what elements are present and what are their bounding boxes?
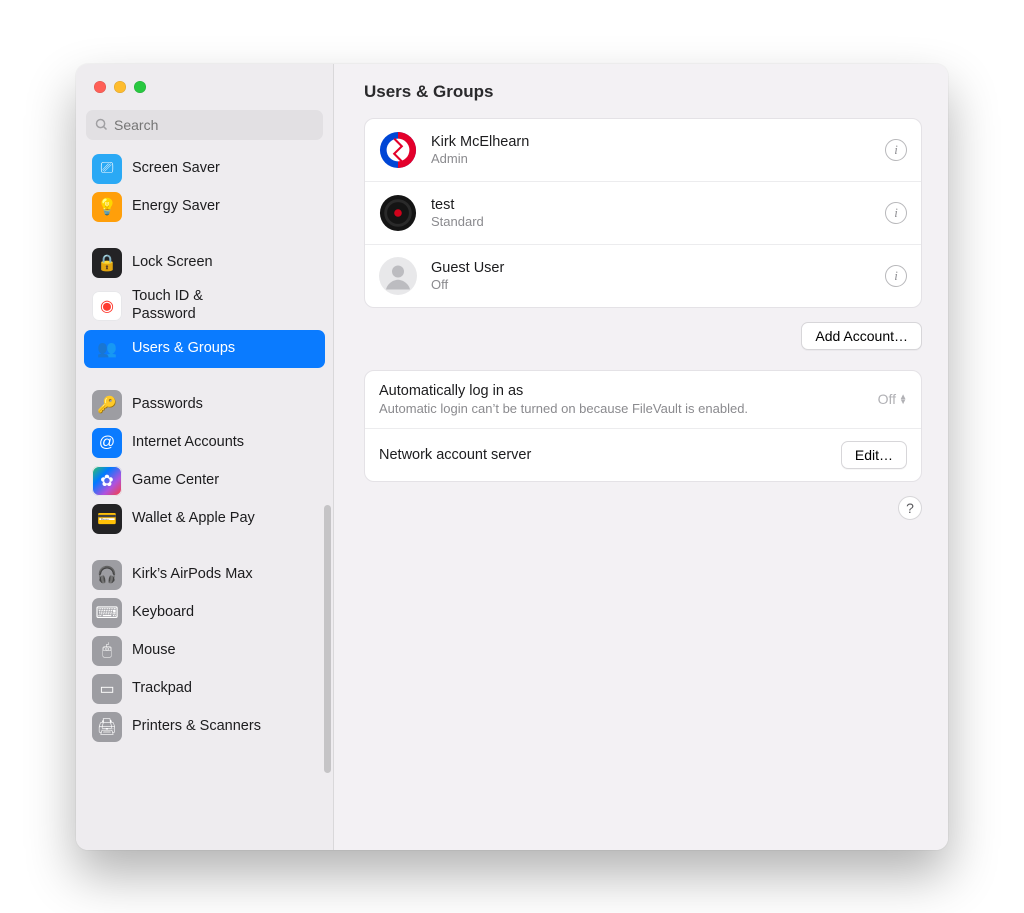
sidebar-item-wallet[interactable]: 💳 Wallet & Apple Pay: [84, 500, 325, 538]
sidebar-item-label: Internet Accounts: [132, 434, 244, 451]
chevron-updown-icon: ▲▼: [899, 394, 907, 404]
user-info-button[interactable]: i: [885, 265, 907, 287]
network-server-label: Network account server: [379, 447, 841, 463]
minimize-window-button[interactable]: [114, 81, 126, 93]
sidebar-item-label: Game Center: [132, 472, 219, 489]
user-row[interactable]: Kirk McElhearnAdmini: [365, 119, 921, 182]
sidebar-item-screen-saver[interactable]: ⎚ Screen Saver: [84, 150, 325, 188]
printer-icon: 🖨: [92, 712, 122, 742]
add-account-row: Add Account…: [364, 322, 922, 350]
sidebar: ⎚ Screen Saver 💡 Energy Saver 🔒 Lock Screen ◉ T…: [76, 64, 334, 850]
user-name: Kirk McElhearn: [431, 134, 871, 150]
sidebar-item-label: Passwords: [132, 396, 203, 413]
sidebar-item-energy-saver[interactable]: 💡 Energy Saver: [84, 188, 325, 226]
mouse-icon: 🖱: [92, 636, 122, 666]
avatar: [379, 257, 417, 295]
avatar: [379, 194, 417, 232]
user-name: Guest User: [431, 260, 871, 276]
user-info-button[interactable]: i: [885, 139, 907, 161]
bulb-icon: 💡: [92, 192, 122, 222]
auto-login-value: Off: [878, 391, 896, 407]
search-field[interactable]: [86, 110, 323, 140]
sidebar-item-trackpad[interactable]: ▭ Trackpad: [84, 670, 325, 708]
network-server-edit-button[interactable]: Edit…: [841, 441, 907, 469]
settings-window: ⎚ Screen Saver 💡 Energy Saver 🔒 Lock Screen ◉ T…: [76, 64, 948, 850]
sidebar-item-game-center[interactable]: ✿ Game Center: [84, 462, 325, 500]
sidebar-item-label: Printers & Scanners: [132, 718, 261, 735]
sidebar-item-mouse[interactable]: 🖱 Mouse: [84, 632, 325, 670]
sidebar-scrollbar[interactable]: [324, 505, 331, 773]
close-window-button[interactable]: [94, 81, 106, 93]
sidebar-item-lock-screen[interactable]: 🔒 Lock Screen: [84, 244, 325, 282]
sidebar-item-label: Lock Screen: [132, 254, 213, 271]
touchid-icon: ◉: [92, 291, 122, 321]
login-settings-card: Automatically log in as Automatic login …: [364, 370, 922, 482]
user-row[interactable]: testStandard i: [365, 182, 921, 245]
user-role: Standard: [431, 214, 871, 229]
sidebar-item-label: Energy Saver: [132, 198, 220, 215]
sidebar-item-label: Keyboard: [132, 604, 194, 621]
user-info-button[interactable]: i: [885, 202, 907, 224]
sidebar-item-label: Screen Saver: [132, 160, 220, 177]
sidebar-item-passwords[interactable]: 🔑 Passwords: [84, 386, 325, 424]
users-list: Kirk McElhearnAdminitestStandardiGuest U…: [364, 118, 922, 308]
sidebar-item-label: Touch ID &Password: [132, 288, 203, 323]
game-icon: ✿: [92, 466, 122, 496]
headphones-icon: 🎧: [92, 560, 122, 590]
sidebar-item-label: Mouse: [132, 642, 176, 659]
network-server-row: Network account server Edit…: [365, 429, 921, 481]
add-account-button[interactable]: Add Account…: [801, 322, 922, 350]
keyboard-icon: ⌨: [92, 598, 122, 628]
wallet-icon: 💳: [92, 504, 122, 534]
auto-login-popup[interactable]: Off ▲▼: [878, 391, 907, 407]
user-role: Off: [431, 277, 871, 292]
auto-login-detail: Automatic login can’t be turned on becau…: [379, 401, 878, 416]
content-area: Users & Groups Kirk McElhearnAdminitestS…: [334, 64, 948, 850]
trackpad-icon: ▭: [92, 674, 122, 704]
page-title: Users & Groups: [364, 82, 922, 102]
sidebar-item-printers[interactable]: 🖨 Printers & Scanners: [84, 708, 325, 746]
search-container: [76, 110, 333, 146]
search-input[interactable]: [114, 117, 315, 133]
sidebar-item-airpods[interactable]: 🎧 Kirk’s AirPods Max: [84, 556, 325, 594]
avatar: [379, 131, 417, 169]
sidebar-item-internet-acc[interactable]: @ Internet Accounts: [84, 424, 325, 462]
screensaver-icon: ⎚: [92, 154, 122, 184]
user-row[interactable]: Guest UserOffi: [365, 245, 921, 307]
sidebar-item-label: Users & Groups: [132, 340, 235, 357]
sidebar-item-label: Wallet & Apple Pay: [132, 510, 255, 527]
user-name: test: [431, 197, 871, 213]
auto-login-row: Automatically log in as Automatic login …: [365, 371, 921, 429]
at-icon: @: [92, 428, 122, 458]
help-button[interactable]: ?: [898, 496, 922, 520]
user-role: Admin: [431, 151, 871, 166]
sidebar-item-label: Trackpad: [132, 680, 192, 697]
sidebar-item-touchid[interactable]: ◉ Touch ID &Password: [84, 282, 325, 330]
titlebar: [76, 64, 333, 110]
help-row: ?: [364, 496, 922, 520]
sidebar-item-label: Kirk’s AirPods Max: [132, 566, 253, 583]
search-icon: [94, 117, 109, 132]
sidebar-item-keyboard[interactable]: ⌨ Keyboard: [84, 594, 325, 632]
sidebar-list: ⎚ Screen Saver 💡 Energy Saver 🔒 Lock Screen ◉ T…: [76, 146, 333, 850]
key-icon: 🔑: [92, 390, 122, 420]
auto-login-label: Automatically log in as: [379, 383, 878, 399]
lock-icon: 🔒: [92, 248, 122, 278]
users-icon: 👥: [92, 334, 122, 364]
maximize-window-button[interactable]: [134, 81, 146, 93]
sidebar-item-users-groups[interactable]: 👥 Users & Groups: [84, 330, 325, 368]
